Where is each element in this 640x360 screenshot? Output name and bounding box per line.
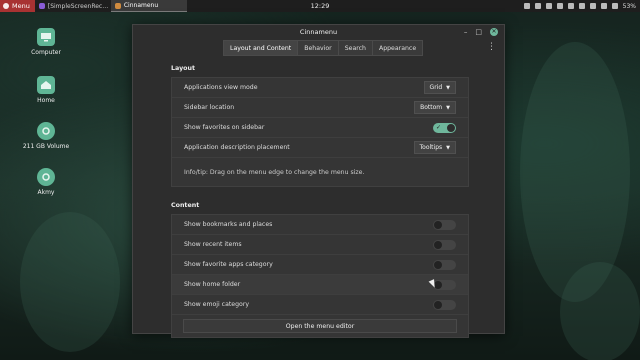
info-tip: Info/tip: Drag on the menu edge to chang… [184,168,365,176]
top-panel: Menu [SimpleScreenRec… Cinnamenu 12:29 5… [0,0,640,12]
setting-label: Show emoji category [184,301,250,308]
task-label: [SimpleScreenRec… [47,2,109,10]
recent-items-switch[interactable] [433,239,456,250]
setting-row-favorite-apps: Show favorite apps category [172,255,468,275]
battery-percent: 53% [622,2,636,10]
titlebar[interactable]: Cinnamenu – □ ✕ [133,25,504,39]
desktop-icon-label: Akmy [37,189,55,196]
switch-knob [447,123,455,132]
caret-down-icon: ▼ [446,144,450,151]
setting-row-bookmarks: Show bookmarks and places [172,215,468,235]
minimize-button[interactable]: – [464,28,468,36]
menu-label: Menu [12,2,30,10]
tab-search[interactable]: Search [337,40,373,56]
desktop-icon-label: Home [37,97,55,104]
dropdown-value: Tooltips [419,144,443,151]
setting-row-home-folder: Show home folder [172,275,468,295]
setting-label: Sidebar location [184,104,235,111]
printer-icon[interactable] [567,3,574,9]
setting-row-favorites-sidebar: Show favorites on sidebar ✓ [172,118,468,138]
setting-label: Show recent items [184,241,242,248]
kebab-menu-icon[interactable]: ⋮ [487,42,496,52]
recorder-icon [38,3,45,9]
check-icon: ✓ [436,123,442,131]
taskbar-item-recorder[interactable]: [SimpleScreenRec… [35,0,111,12]
content-section-title: Content [171,202,200,209]
desktop-icon-home[interactable]: Home [21,76,71,104]
description-placement-dropdown[interactable]: Tooltips ▼ [413,141,456,154]
cinnamenu-settings-window: Cinnamenu – □ ✕ Layout and Content Behav… [132,24,505,338]
link-icon[interactable] [545,3,552,9]
wifi-icon[interactable] [600,3,607,9]
setting-row-recent-items: Show recent items [172,235,468,255]
menu-icon [3,3,9,9]
taskbar-item-cinnamenu[interactable]: Cinnamenu [110,0,187,12]
desktop-icon-volume[interactable]: 211 GB Volume [21,122,71,150]
notes-icon[interactable] [556,3,563,9]
desktop-icon-computer[interactable]: Computer [21,28,71,56]
switch-knob [434,260,442,269]
content-frame: Show bookmarks and places Show recent it… [171,214,469,338]
tab-behavior[interactable]: Behavior [297,40,339,56]
volume-icon[interactable] [589,3,596,9]
system-tray: 53% [523,0,636,12]
setting-row-description-placement: Application description placement Toolti… [172,138,468,158]
switch-knob [434,240,442,249]
setting-label: Application description placement [184,144,290,151]
favorite-apps-switch[interactable] [433,259,456,270]
computer-icon [37,28,55,46]
view-mode-dropdown[interactable]: Grid ▼ [423,81,456,94]
task-label: Cinnamenu [123,2,159,9]
menu-button[interactable]: Menu [0,0,35,12]
open-menu-editor-button[interactable]: Open the menu editor [183,319,457,333]
setting-label: Show bookmarks and places [184,221,273,228]
layout-frame: Applications view mode Grid ▼ Sidebar lo… [171,77,469,187]
tab-bar: Layout and Content Behavior Search Appea… [223,40,424,56]
dropdown-value: Bottom [420,104,443,111]
battery-icon[interactable] [611,3,618,9]
setting-row-emoji: Show emoji category [172,295,468,315]
close-button[interactable]: ✕ [490,28,498,36]
tab-appearance[interactable]: Appearance [371,40,424,56]
emoji-switch[interactable] [433,299,456,310]
setting-label: Show favorites on sidebar [184,124,265,131]
settings-app-icon [114,2,121,9]
bookmarks-switch[interactable] [433,219,456,230]
setting-row-view-mode: Applications view mode Grid ▼ [172,78,468,98]
setting-label: Applications view mode [184,84,258,91]
switch-knob [434,300,442,309]
caret-down-icon: ▼ [446,84,450,91]
bluetooth-icon[interactable] [578,3,585,9]
setting-label: Show favorite apps category [184,261,273,268]
sidebar-location-dropdown[interactable]: Bottom ▼ [414,101,456,114]
home-folder-icon [37,76,55,94]
desktop-icon-label: Computer [31,49,61,56]
drive-icon [37,168,55,186]
network-icon[interactable] [534,3,541,9]
favorites-sidebar-switch[interactable]: ✓ [433,122,456,133]
dropdown-value: Grid [429,84,443,91]
maximize-button[interactable]: □ [475,28,482,36]
layout-section-title: Layout [171,65,195,72]
switch-knob [434,220,442,229]
drive-icon [37,122,55,140]
desktop-icon-akmy[interactable]: Akmy [21,168,71,196]
window-title: Cinnamenu [299,28,338,36]
desktop-icon-label: 211 GB Volume [22,143,70,150]
keyboard-icon[interactable] [523,3,530,9]
setting-label: Show home folder [184,281,241,288]
tab-layout-and-content[interactable]: Layout and Content [223,40,299,56]
setting-row-sidebar-location: Sidebar location Bottom ▼ [172,98,468,118]
caret-down-icon: ▼ [446,104,450,111]
